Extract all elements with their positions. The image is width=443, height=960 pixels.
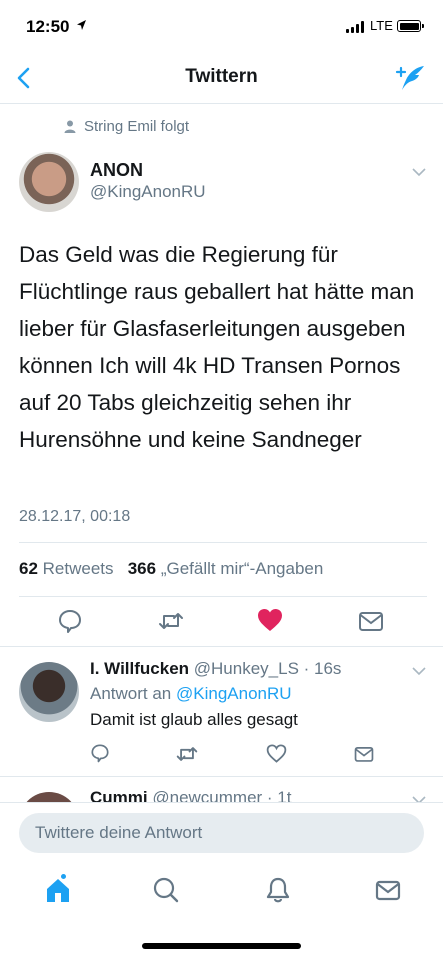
social-context: String Emil folgt (64, 118, 189, 135)
dm-icon (359, 612, 383, 631)
reply-context: Antwort an @KingAnonRU (90, 684, 292, 704)
mail-icon (375, 880, 401, 901)
signal-icon (346, 21, 364, 33)
compose-icon[interactable] (394, 64, 426, 92)
reply-author[interactable]: I. Willfucken @Hunkey_LS · 16s (90, 659, 341, 679)
reply-author-handle: @Hunkey_LS · 16s (193, 659, 342, 678)
dm-button[interactable] (358, 608, 384, 634)
person-icon (64, 120, 76, 133)
reply-prefix: Antwort an (90, 684, 172, 703)
social-context-text: String Emil folgt (84, 118, 190, 135)
reply-author-name: I. Willfucken (90, 659, 190, 678)
reply-icon (91, 744, 109, 763)
home-icon (47, 879, 69, 902)
author-handle[interactable]: @KingAnonRU (90, 182, 206, 202)
reply-retweet-button[interactable] (176, 743, 198, 765)
tab-notifications[interactable] (264, 876, 292, 904)
tweet-text: Das Geld was die Regierung für Flüchtlin… (19, 242, 415, 452)
home-indicator (142, 943, 301, 949)
tab-messages[interactable] (374, 876, 402, 904)
reply-reply-button[interactable] (90, 743, 110, 763)
notification-dot (59, 872, 68, 881)
chevron-down-icon[interactable] (412, 168, 426, 177)
status-bar: 12:50 LTE (0, 0, 443, 52)
retweet-count[interactable]: 62 (19, 559, 38, 578)
author-name[interactable]: ANON (90, 160, 143, 181)
retweet-icon (176, 747, 198, 761)
retweet-icon (159, 613, 183, 629)
retweet-label[interactable]: Retweets (43, 559, 114, 578)
divider (0, 646, 443, 647)
dm-icon (354, 747, 374, 762)
network-type: LTE (370, 18, 393, 33)
divider (0, 776, 443, 777)
heart-icon (258, 609, 282, 631)
reply-dm-button[interactable] (354, 744, 374, 764)
like-label[interactable]: „Gefällt mir“-Angaben (161, 559, 324, 578)
retweet-button[interactable] (158, 608, 184, 634)
author-avatar[interactable] (19, 152, 79, 212)
reply-like-button[interactable] (266, 743, 287, 764)
like-count[interactable]: 366 (128, 559, 156, 578)
reply-text: Damit ist glaub alles gesagt (90, 710, 298, 729)
status-time: 12:50 (26, 17, 70, 36)
divider (19, 596, 427, 597)
nav-header: Twittern (0, 52, 443, 104)
divider (19, 542, 427, 543)
page-title: Twittern (185, 66, 258, 87)
chevron-down-icon[interactable] (412, 667, 426, 676)
tab-search[interactable] (152, 876, 180, 904)
search-icon (153, 877, 179, 903)
reply-bar: Twittere deine Antwort (0, 802, 443, 862)
reply-input[interactable]: Twittere deine Antwort (19, 813, 424, 853)
tab-home[interactable] (44, 872, 72, 904)
reply-avatar[interactable] (19, 662, 79, 722)
bell-icon (266, 877, 290, 903)
reply-icon (59, 610, 81, 633)
reply-to-handle[interactable]: @KingAnonRU (176, 684, 292, 703)
battery-icon (397, 20, 424, 32)
heart-icon (266, 744, 287, 763)
location-arrow-icon (77, 20, 86, 30)
reply-button[interactable] (57, 608, 83, 634)
tweet-timestamp: 28.12.17, 00:18 (19, 508, 131, 525)
like-button[interactable] (257, 607, 283, 633)
tweet-stats: 62 Retweets 366 „Gefällt mir“-Angaben (19, 559, 323, 579)
